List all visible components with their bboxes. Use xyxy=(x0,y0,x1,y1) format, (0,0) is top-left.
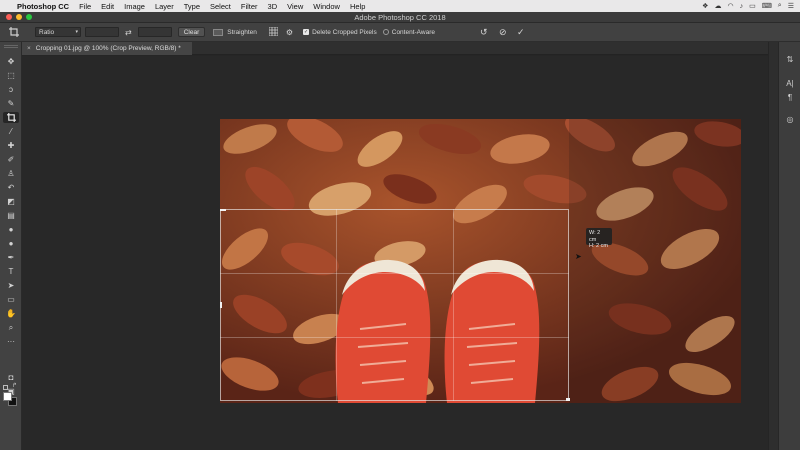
volume-icon[interactable]: ♪ xyxy=(740,3,744,10)
gear-icon[interactable]: ⚙ xyxy=(286,28,293,37)
path-selection-tool-icon[interactable]: ➤ xyxy=(3,280,19,291)
foreground-color-swatch[interactable] xyxy=(3,392,12,401)
content-aware-option[interactable]: Content-Aware xyxy=(382,28,435,36)
options-bar: Ratio ▾ ⇄ Clear Straighten ⚙ ✓ Delete Cr… xyxy=(0,23,800,42)
crop-height-readout: H: 2 cm xyxy=(589,243,608,249)
eyedropper-tool-icon[interactable]: ⁄ xyxy=(3,126,19,137)
straighten-label[interactable]: Straighten xyxy=(227,29,257,36)
brush-tool-icon[interactable]: ✐ xyxy=(3,154,19,165)
zoom-tool-icon[interactable]: ⌕ xyxy=(3,322,19,333)
cancel-crop-icon[interactable]: ⊘ xyxy=(499,27,507,38)
keyboard-icon[interactable]: ⌨ xyxy=(762,2,772,10)
menu-view[interactable]: View xyxy=(287,2,303,11)
menu-filter[interactable]: Filter xyxy=(241,2,258,11)
document-tab[interactable]: × Cropping 01.jpg @ 100% (Crop Preview, … xyxy=(22,42,192,55)
marquee-tool-icon[interactable]: ⬚ xyxy=(3,70,19,81)
status-icons: ❖ ☁ ◠ ♪ ▭ ⌨ ⌕ ☰ xyxy=(702,0,794,12)
menu-3d[interactable]: 3D xyxy=(268,2,278,11)
commit-crop-icon[interactable]: ✓ xyxy=(517,27,525,38)
battery-icon[interactable]: ▭ xyxy=(749,2,756,10)
crop-handle-left[interactable] xyxy=(220,302,222,308)
menu-edit[interactable]: Edit xyxy=(101,2,114,11)
menu-type[interactable]: Type xyxy=(184,2,200,11)
dodge-tool-icon[interactable]: ● xyxy=(3,238,19,249)
paragraph-panel-icon[interactable]: ¶ xyxy=(784,92,796,103)
properties-panel-icon[interactable]: ◎ xyxy=(784,114,796,125)
crop-tool-preset-icon[interactable] xyxy=(8,26,20,38)
hand-tool-icon[interactable]: ✋ xyxy=(3,308,19,319)
swap-dimensions-icon[interactable]: ⇄ xyxy=(125,28,132,37)
history-brush-tool-icon[interactable]: ↶ xyxy=(3,182,19,193)
app-menu[interactable]: Photoshop CC xyxy=(17,2,69,11)
crop-handle-bottom-right[interactable] xyxy=(566,398,570,401)
gradient-tool-icon[interactable]: ▤ xyxy=(3,210,19,221)
pen-tool-icon[interactable]: ✒ xyxy=(3,252,19,263)
menu-layer[interactable]: Layer xyxy=(155,2,174,11)
delete-cropped-pixels-checkbox[interactable]: ✓ Delete Cropped Pixels xyxy=(303,29,377,36)
healing-brush-tool-icon[interactable]: ✚ xyxy=(3,140,19,151)
document-tab-bar: × Cropping 01.jpg @ 100% (Crop Preview, … xyxy=(22,42,768,55)
edit-toolbar-icon[interactable]: ··· xyxy=(3,336,19,347)
overlay-options-icon[interactable] xyxy=(268,26,279,38)
blur-tool-icon[interactable]: ● xyxy=(3,224,19,235)
menu-image[interactable]: Image xyxy=(124,2,145,11)
ratio-dropdown[interactable]: Ratio ▾ xyxy=(35,27,81,37)
lasso-tool-icon[interactable]: ↄ xyxy=(3,84,19,95)
dropbox-icon[interactable]: ❖ xyxy=(702,2,708,10)
width-field[interactable] xyxy=(85,27,119,37)
ratio-dropdown-value: Ratio xyxy=(39,28,55,36)
rectangle-tool-icon[interactable]: ▭ xyxy=(3,294,19,305)
type-tool-icon[interactable]: T xyxy=(3,266,19,277)
close-tab-icon[interactable]: × xyxy=(27,45,31,52)
move-tool-icon[interactable]: ✥ xyxy=(3,56,19,67)
checkbox-checked-icon: ✓ xyxy=(303,29,310,35)
collapsed-panels: ⇅ A| ¶ ◎ xyxy=(778,42,800,450)
crop-tool-icon[interactable] xyxy=(3,112,19,123)
window-title-bar: Adobe Photoshop CC 2018 xyxy=(0,12,800,23)
mouse-cursor-icon: ➤ xyxy=(575,252,582,261)
height-field[interactable] xyxy=(137,27,172,37)
crop-size-tooltip: W: 2 cm H: 2 cm xyxy=(586,228,612,249)
straighten-icon[interactable] xyxy=(213,28,224,36)
reset-icon[interactable]: ↺ xyxy=(480,27,488,38)
window-title: Adobe Photoshop CC 2018 xyxy=(354,13,446,22)
quick-mask-icon[interactable]: ◘ xyxy=(3,372,19,383)
crop-bounding-box[interactable] xyxy=(220,209,569,401)
spotlight-icon[interactable]: ⌕ xyxy=(778,2,782,10)
menu-help[interactable]: Help xyxy=(350,2,365,11)
creative-cloud-icon[interactable]: ☁ xyxy=(714,2,721,10)
menu-select[interactable]: Select xyxy=(210,2,231,11)
quick-selection-tool-icon[interactable]: ✎ xyxy=(3,98,19,109)
eraser-tool-icon[interactable]: ◩ xyxy=(3,196,19,207)
menu-window[interactable]: Window xyxy=(313,2,340,11)
tools-panel: ✥ ⬚ ↄ ✎ ⁄ ✚ ✐ ♙ ↶ ◩ ▤ ● ● ✒ T ➤ ▭ ✋ ⌕ ··… xyxy=(0,42,22,450)
radio-icon xyxy=(382,29,389,35)
character-panel-icon[interactable]: A| xyxy=(784,78,796,89)
panel-dock-strip xyxy=(768,42,778,450)
tools-panel-grip[interactable] xyxy=(4,45,18,48)
notification-icon[interactable]: ☰ xyxy=(788,2,794,10)
chevron-down-icon: ▾ xyxy=(75,29,78,35)
delete-cropped-pixels-label: Delete Cropped Pixels xyxy=(312,28,377,36)
content-aware-label: Content-Aware xyxy=(391,28,435,36)
document-tab-title: Cropping 01.jpg @ 100% (Crop Preview, RG… xyxy=(35,45,181,52)
crop-width-readout: W: 2 cm xyxy=(589,230,601,243)
crop-handle-top-left[interactable] xyxy=(220,209,226,211)
wifi-icon[interactable]: ◠ xyxy=(727,2,733,10)
menu-bar: Photoshop CC File Edit Image Layer Type … xyxy=(0,0,800,12)
photoshop-app: Photoshop CC File Edit Image Layer Type … xyxy=(0,0,800,450)
history-panel-icon[interactable]: ⇅ xyxy=(784,54,796,65)
clone-stamp-tool-icon[interactable]: ♙ xyxy=(3,168,19,179)
menu-file[interactable]: File xyxy=(79,2,91,11)
clear-button[interactable]: Clear xyxy=(177,27,206,37)
